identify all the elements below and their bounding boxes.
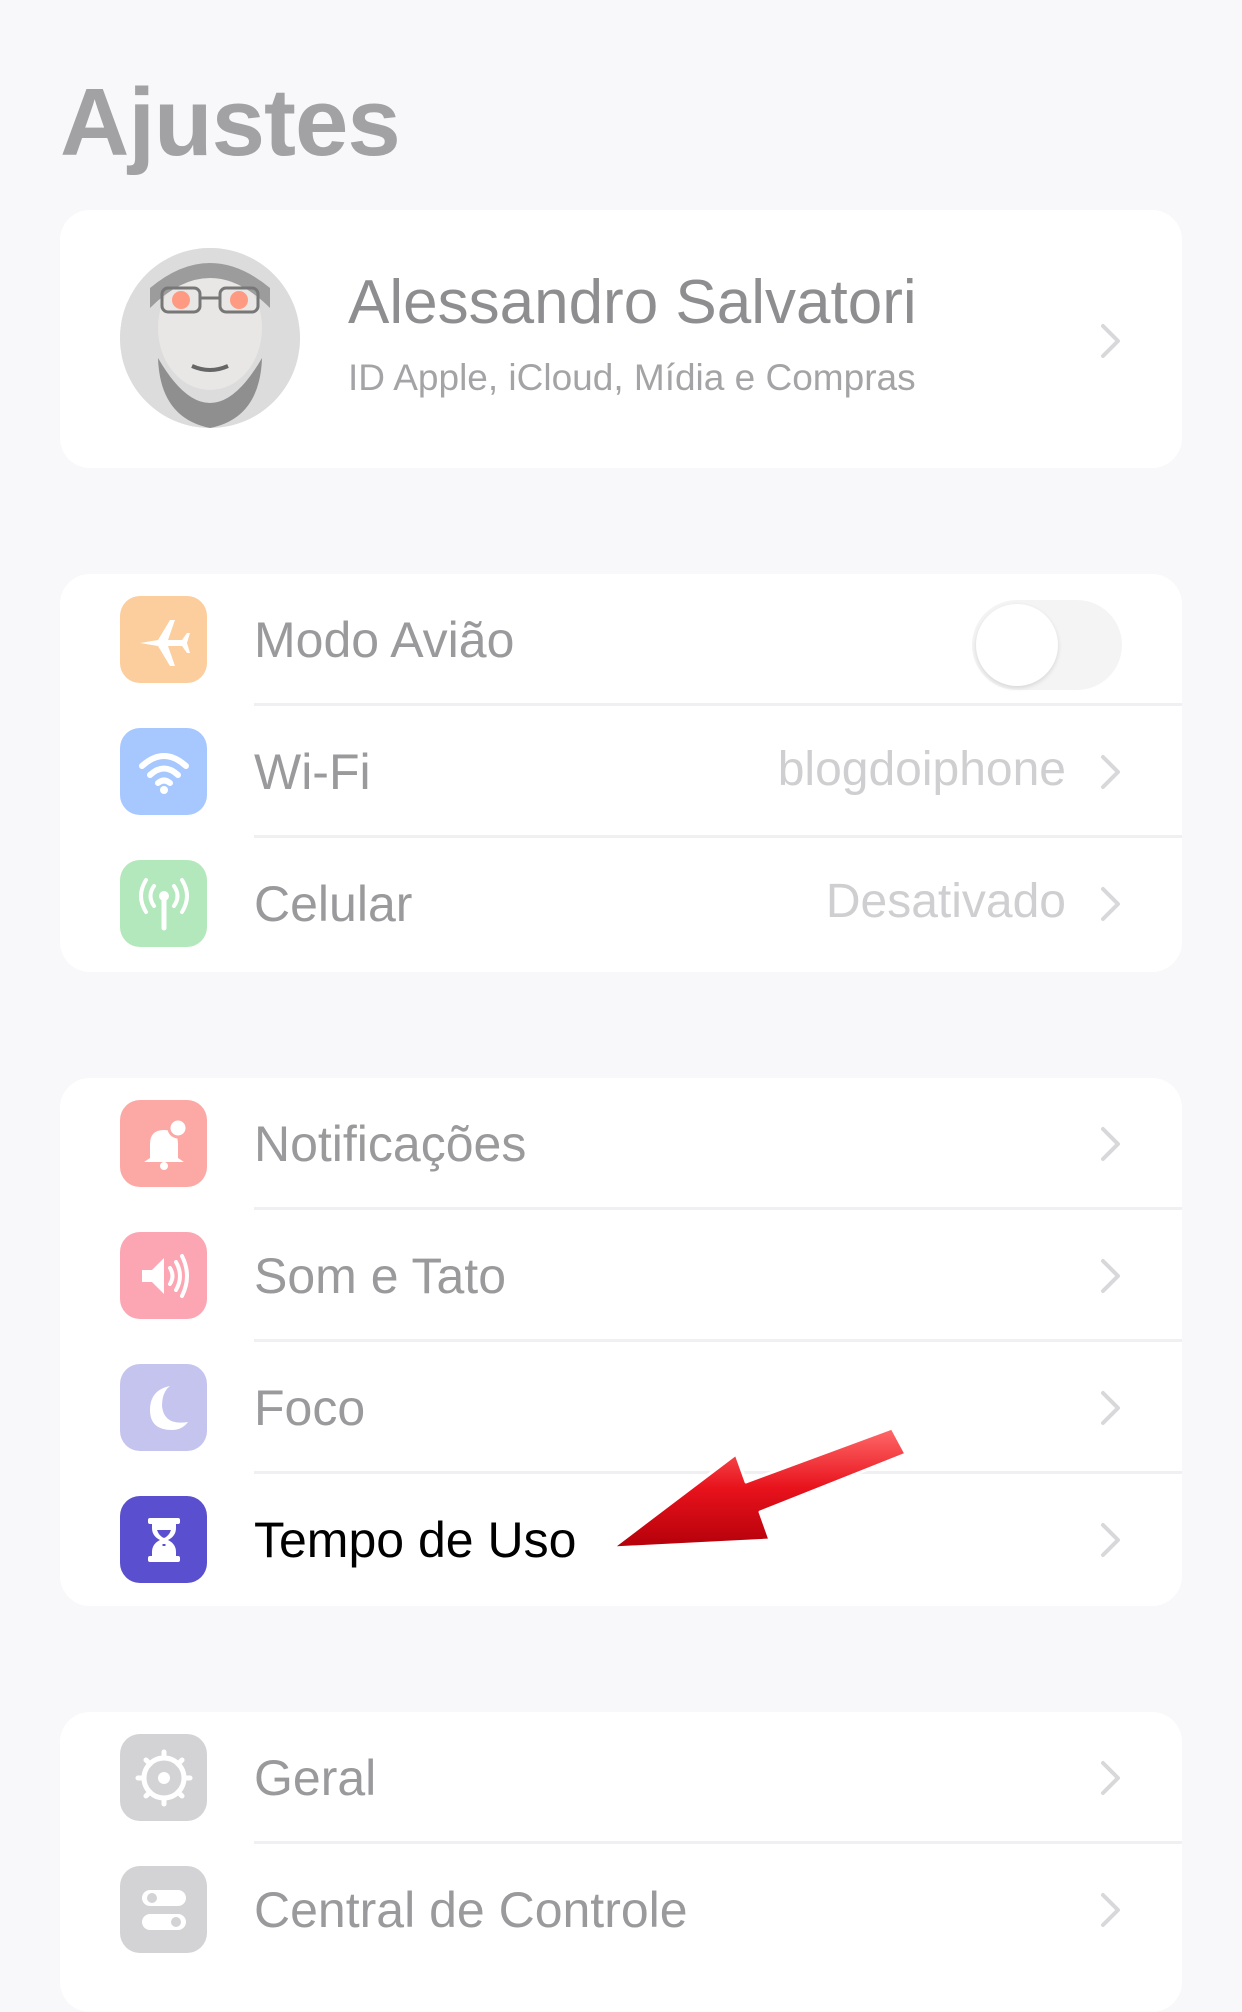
chevron-right-icon <box>1100 1258 1122 1294</box>
settings-row-airplane-mode[interactable]: Modo Avião <box>60 574 1182 706</box>
airplane-mode-toggle[interactable] <box>972 600 1122 690</box>
chevron-right-icon <box>1100 1126 1122 1162</box>
connectivity-group: Modo Avião Wi-Fi blogdoiphone Celular De… <box>60 574 1182 972</box>
chevron-right-icon <box>1100 754 1122 790</box>
chevron-right-icon <box>1100 323 1122 359</box>
general-group: Geral Central de Controle <box>60 1712 1182 2012</box>
profile-name: Alessandro Salvatori <box>348 268 917 337</box>
chevron-right-icon <box>1100 886 1122 922</box>
settings-row-label: Wi-Fi <box>254 744 371 800</box>
settings-row-sound-haptics[interactable]: Som e Tato <box>60 1210 1182 1342</box>
switches-icon <box>120 1866 207 1953</box>
chevron-right-icon <box>1100 1892 1122 1928</box>
settings-row-label: Central de Controle <box>254 1882 688 1938</box>
settings-row-control-center[interactable]: Central de Controle <box>60 1844 1182 1976</box>
settings-row-label: Foco <box>254 1380 366 1436</box>
settings-row-label: Tempo de Uso <box>254 1512 577 1568</box>
settings-row-label: Geral <box>254 1750 377 1806</box>
moon-icon <box>120 1364 207 1451</box>
profile-card[interactable]: Alessandro Salvatori ID Apple, iCloud, M… <box>60 210 1182 468</box>
page-title: Ajustes <box>60 69 401 176</box>
settings-row-label: Celular <box>254 876 413 932</box>
antenna-icon <box>120 860 207 947</box>
chevron-right-icon <box>1100 1390 1122 1426</box>
settings-row-wifi[interactable]: Wi-Fi blogdoiphone <box>60 706 1182 838</box>
settings-row-label: Notificações <box>254 1116 527 1172</box>
airplane-icon <box>120 596 207 683</box>
wifi-network-value: blogdoiphone <box>777 743 1066 796</box>
cellular-status-value: Desativado <box>825 875 1066 928</box>
settings-row-label: Som e Tato <box>254 1248 507 1304</box>
toggle-knob <box>976 604 1058 686</box>
settings-row-notifications[interactable]: Notificações <box>60 1078 1182 1210</box>
chevron-right-icon <box>1100 1760 1122 1796</box>
chevron-right-icon <box>1100 1522 1122 1558</box>
profile-subtitle: ID Apple, iCloud, Mídia e Compras <box>348 357 916 398</box>
bell-icon <box>120 1100 207 1187</box>
annotation-arrow-icon <box>610 1420 910 1580</box>
settings-row-label: Modo Avião <box>254 612 515 668</box>
hourglass-icon <box>120 1496 207 1583</box>
speaker-icon <box>120 1232 207 1319</box>
gear-icon <box>120 1734 207 1821</box>
settings-row-general[interactable]: Geral <box>60 1712 1182 1844</box>
avatar <box>120 248 300 428</box>
wifi-icon <box>120 728 207 815</box>
settings-row-cellular[interactable]: Celular Desativado <box>60 838 1182 970</box>
